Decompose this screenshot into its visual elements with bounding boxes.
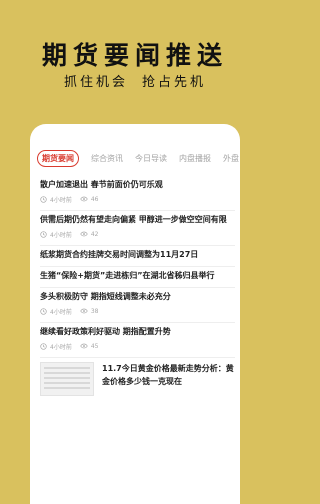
hero-subtitle-left: 抓住机会 bbox=[63, 75, 128, 90]
item-meta: 4小时前 42 bbox=[40, 227, 235, 241]
news-thumbnail bbox=[40, 362, 94, 396]
list-item[interactable]: 多头积极防守 期指短线调整未必充分 4小时前 38 bbox=[40, 288, 235, 323]
list-item[interactable]: 散户加速退出 春节前面价仍可乐观 4小时前 46 bbox=[40, 176, 235, 211]
hero-subtitle-right: 抢占先机 bbox=[142, 75, 207, 90]
clock-icon bbox=[40, 342, 47, 350]
hero-subtitle: 抓住机会 抢占先机 bbox=[0, 71, 270, 90]
list-item[interactable]: 继续看好政策利好驱动 期指配置升势 4小时前 45 bbox=[40, 323, 235, 358]
item-title: 继续看好政策利好驱动 期指配置升势 bbox=[40, 327, 171, 336]
news-title: 11.7今日黄金价格最新走势分析：黄金价格多少钱一克现在 bbox=[102, 364, 234, 386]
phone-card: 期货要闻 综合资讯 今日导读 内盘播报 外盘 散户加速退出 春节前面价仍可乐观 … bbox=[30, 124, 240, 504]
item-views: 42 bbox=[90, 230, 99, 238]
tab-foreign[interactable]: 外盘 bbox=[223, 150, 239, 167]
item-views: 38 bbox=[90, 307, 99, 315]
eye-icon bbox=[80, 308, 88, 314]
news-card[interactable]: 11.7今日黄金价格最新走势分析：黄金价格多少钱一克现在 bbox=[40, 358, 235, 396]
eye-icon bbox=[80, 231, 88, 237]
hero-banner: 期货要闻推送 抓住机会 抢占先机 bbox=[0, 0, 270, 100]
item-title: 散户加速退出 春节前面价仍可乐观 bbox=[40, 180, 163, 189]
item-title: 纸浆期货合约挂牌交易时间调整为11月27日 bbox=[40, 250, 199, 259]
item-meta: 4小时前 45 bbox=[40, 339, 235, 353]
clock-icon bbox=[40, 307, 47, 315]
list-item[interactable]: 纸浆期货合约挂牌交易时间调整为11月27日 bbox=[40, 246, 235, 267]
eye-icon bbox=[80, 343, 88, 349]
tab-general-info[interactable]: 综合资讯 bbox=[91, 150, 123, 167]
item-time: 4小时前 bbox=[50, 308, 72, 316]
clock-icon bbox=[40, 195, 47, 203]
clock-icon bbox=[40, 230, 47, 238]
tab-domestic-broadcast[interactable]: 内盘播报 bbox=[179, 150, 211, 167]
item-views: 45 bbox=[90, 342, 99, 350]
tab-bar: 期货要闻 综合资讯 今日导读 内盘播报 外盘 bbox=[37, 148, 240, 168]
item-time: 4小时前 bbox=[50, 196, 72, 204]
item-meta: 4小时前 38 bbox=[40, 304, 235, 318]
list-item[interactable]: 供需后期仍然有望走向偏紧 甲醇进一步做空空间有限 4小时前 42 bbox=[40, 211, 235, 246]
item-time: 4小时前 bbox=[50, 343, 72, 351]
hero-title: 期货要闻推送 bbox=[41, 41, 228, 70]
tab-futures-news[interactable]: 期货要闻 bbox=[37, 149, 79, 167]
item-title: 生猪“保险+期货”走进栋归”在湖北省秭归县举行 bbox=[40, 271, 215, 280]
eye-icon bbox=[80, 196, 88, 202]
tab-today-guide[interactable]: 今日导读 bbox=[135, 150, 167, 167]
item-time: 4小时前 bbox=[50, 231, 72, 239]
item-title: 多头积极防守 期指短线调整未必充分 bbox=[40, 292, 171, 301]
news-list: 散户加速退出 春节前面价仍可乐观 4小时前 46 供需后期仍然有望走向偏紧 甲醇… bbox=[40, 176, 235, 396]
item-meta: 4小时前 46 bbox=[40, 192, 235, 206]
item-views: 46 bbox=[90, 195, 99, 203]
item-title: 供需后期仍然有望走向偏紧 甲醇进一步做空空间有限 bbox=[40, 215, 227, 224]
list-item[interactable]: 生猪“保险+期货”走进栋归”在湖北省秭归县举行 bbox=[40, 267, 235, 288]
